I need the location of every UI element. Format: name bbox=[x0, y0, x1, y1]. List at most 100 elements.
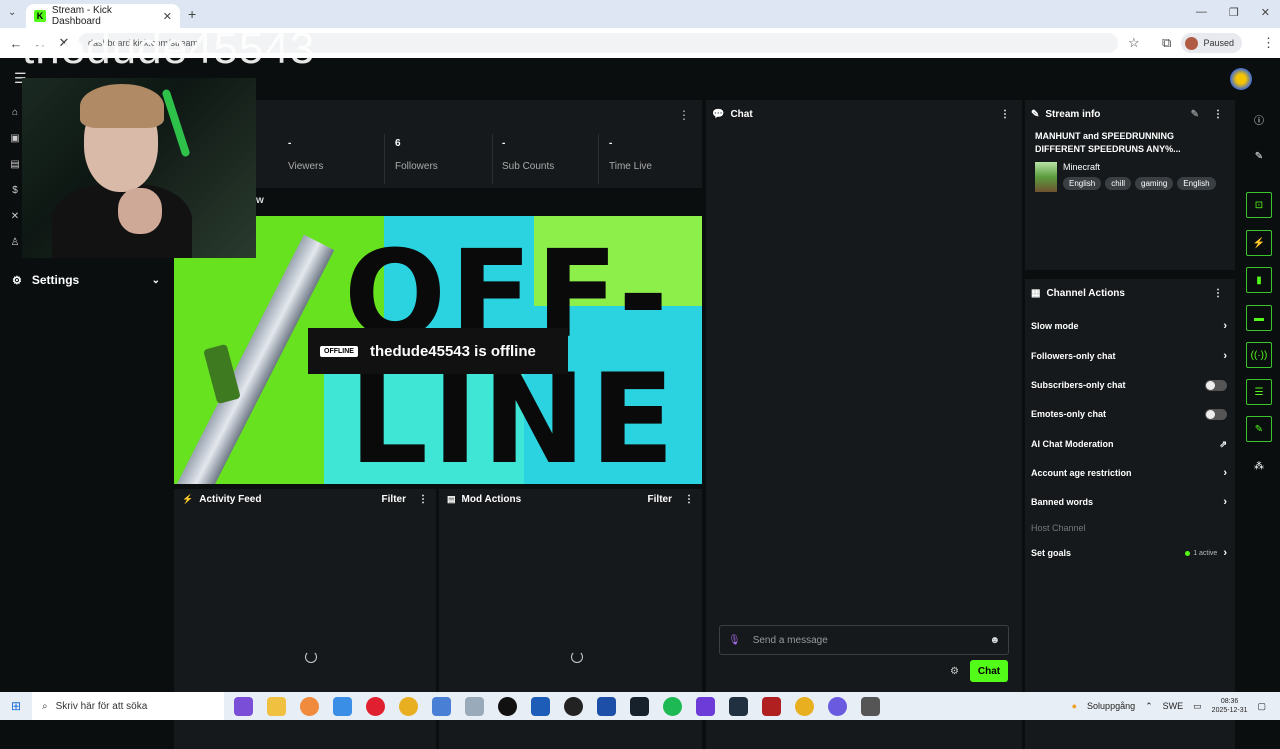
microphone-icon[interactable]: 🎙 bbox=[728, 635, 741, 646]
chevron-right-icon: › bbox=[1223, 496, 1227, 508]
stats-more-icon[interactable]: ⋮ bbox=[678, 108, 690, 122]
stream-info-header: ✎ Stream info ✎ ⋮ bbox=[1025, 100, 1235, 128]
taskbar-search[interactable]: ⌕ Skriv här för att söka bbox=[32, 692, 224, 720]
browser-menu-icon[interactable]: ⋮ bbox=[1262, 35, 1275, 51]
tray-expand-icon[interactable]: ⌃ bbox=[1145, 701, 1153, 712]
app-icon[interactable] bbox=[432, 696, 451, 716]
user-avatar[interactable] bbox=[1230, 68, 1252, 90]
emoji-icon[interactable]: ☻ bbox=[989, 635, 1000, 646]
pencil-icon[interactable]: ✎ bbox=[1246, 143, 1272, 169]
app-icon[interactable] bbox=[729, 696, 748, 716]
tab-search-icon[interactable]: ⌄ bbox=[8, 7, 16, 18]
stat-time-live: - Time Live bbox=[609, 138, 652, 172]
taskbar-search-placeholder: Skriv här för att söka bbox=[55, 700, 148, 712]
edit-icon[interactable]: ✎ bbox=[1191, 109, 1199, 120]
file-explorer-icon[interactable] bbox=[267, 696, 286, 716]
window-close-icon[interactable]: ✕ bbox=[1261, 6, 1270, 19]
bookmark-star-icon[interactable]: ☆ bbox=[1128, 35, 1140, 51]
subscribers-only-toggle[interactable] bbox=[1205, 379, 1227, 391]
stats-panel: ⋮ - Viewers 6 Followers - Sub Counts - T… bbox=[256, 100, 702, 188]
action-banned-words[interactable]: Banned words › bbox=[1031, 492, 1227, 512]
profile-avatar bbox=[1185, 36, 1199, 50]
broadcast-icon[interactable]: ((·)) bbox=[1246, 342, 1272, 368]
app-icon[interactable] bbox=[498, 696, 517, 716]
stream-info-more-icon[interactable]: ⋮ bbox=[1213, 109, 1223, 120]
mod-actions-title: Mod Actions bbox=[461, 493, 522, 505]
chat-bubble-icon[interactable]: ▬ bbox=[1246, 305, 1272, 331]
lightning-icon[interactable]: ⚡ bbox=[1246, 230, 1272, 256]
app-icon[interactable] bbox=[333, 696, 352, 716]
external-link-icon: ⇗ bbox=[1219, 438, 1227, 449]
sidebar-item-settings[interactable]: ⚙ Settings ⌄ bbox=[12, 270, 160, 290]
wrench-icon[interactable]: ✎ bbox=[1246, 416, 1272, 442]
new-tab-icon[interactable]: + bbox=[188, 6, 196, 22]
app-icon[interactable] bbox=[300, 696, 319, 716]
channel-actions-title: Channel Actions bbox=[1046, 287, 1125, 299]
chat-header: 💬 Chat ⋮ bbox=[706, 100, 1022, 128]
category-name[interactable]: Minecraft bbox=[1063, 162, 1216, 172]
chat-settings-icon[interactable]: ⚙ bbox=[950, 666, 959, 677]
spotify-icon[interactable] bbox=[663, 696, 682, 716]
maximize-icon[interactable]: ❐ bbox=[1229, 6, 1239, 19]
stat-viewers: - Viewers bbox=[288, 138, 323, 172]
action-account-age[interactable]: Account age restriction › bbox=[1031, 463, 1227, 483]
app-icon[interactable] bbox=[630, 696, 649, 716]
minimize-icon[interactable]: — bbox=[1196, 6, 1207, 19]
notification-icon[interactable]: ▢ bbox=[1257, 701, 1266, 712]
extensions-icon[interactable]: ⧉ bbox=[1162, 35, 1171, 51]
stat-value: - bbox=[502, 138, 506, 149]
action-slow-mode[interactable]: Slow mode › bbox=[1031, 316, 1227, 336]
stat-value: - bbox=[609, 138, 613, 149]
tab-close-icon[interactable]: ✕ bbox=[163, 10, 172, 23]
info-icon[interactable]: ⓘ bbox=[1246, 106, 1272, 132]
app-icon[interactable] bbox=[597, 696, 616, 716]
app-icon[interactable] bbox=[234, 696, 253, 716]
offline-art-text: LINE bbox=[349, 348, 679, 484]
tag-list: English chill gaming English bbox=[1063, 177, 1216, 190]
tag: gaming bbox=[1135, 177, 1174, 190]
chrome-icon[interactable] bbox=[399, 696, 418, 716]
chat-message-input[interactable]: 🎙 Send a message ☻ bbox=[719, 625, 1009, 655]
clip-icon[interactable]: ⊡ bbox=[1246, 192, 1272, 218]
chrome-icon[interactable] bbox=[795, 696, 814, 716]
action-label: Emotes-only chat bbox=[1031, 409, 1107, 419]
opera-icon[interactable] bbox=[366, 696, 385, 716]
app-icon[interactable] bbox=[762, 696, 781, 716]
app-icon[interactable] bbox=[828, 696, 847, 716]
stat-value: - bbox=[288, 138, 292, 149]
apps-icon[interactable]: ⁂ bbox=[1246, 453, 1272, 479]
action-ai-moderation[interactable]: AI Chat Moderation ⇗ bbox=[1031, 434, 1227, 454]
kick-favicon-icon: K bbox=[34, 10, 46, 22]
app-icon[interactable] bbox=[696, 696, 715, 716]
activity-feed-filter-button[interactable]: Filter bbox=[382, 494, 406, 505]
windows-start-icon[interactable]: ⊞ bbox=[0, 699, 32, 713]
document-icon[interactable]: ▮ bbox=[1246, 267, 1272, 293]
stat-label: Followers bbox=[395, 161, 438, 172]
action-set-goals[interactable]: Set goals 1 active › bbox=[1031, 543, 1227, 563]
app-icon[interactable] bbox=[564, 696, 583, 716]
channel-actions-more-icon[interactable]: ⋮ bbox=[1213, 288, 1223, 299]
weather-icon[interactable]: ● bbox=[1072, 701, 1077, 711]
action-label: Banned words bbox=[1031, 497, 1094, 507]
chat-send-button[interactable]: Chat bbox=[970, 660, 1008, 682]
chat-more-icon[interactable]: ⋮ bbox=[1000, 109, 1010, 120]
mod-actions-filter-button[interactable]: Filter bbox=[648, 494, 672, 505]
action-followers-only[interactable]: Followers-only chat › bbox=[1031, 346, 1227, 366]
stat-divider bbox=[384, 134, 385, 184]
stat-followers: 6 Followers bbox=[395, 138, 438, 172]
channel-actions-panel: ▦ Channel Actions ⋮ Slow mode › Follower… bbox=[1025, 279, 1235, 749]
app-icon[interactable] bbox=[465, 696, 484, 716]
webcam-hair bbox=[80, 84, 164, 128]
mod-actions-more-icon[interactable]: ⋮ bbox=[684, 494, 694, 505]
settings-icon[interactable] bbox=[861, 696, 880, 716]
layout-icon[interactable]: ☰ bbox=[1246, 379, 1272, 405]
window-controls: — ❐ ✕ bbox=[1196, 6, 1270, 19]
weather-label[interactable]: Soluppgång bbox=[1087, 701, 1135, 711]
network-icon[interactable]: ▭ bbox=[1193, 701, 1202, 712]
clock[interactable]: 08:36 2025-12-31 bbox=[1212, 697, 1248, 715]
activity-feed-more-icon[interactable]: ⋮ bbox=[418, 494, 428, 505]
language-indicator[interactable]: SWE bbox=[1163, 701, 1184, 711]
emotes-only-toggle[interactable] bbox=[1205, 408, 1227, 420]
profile-paused-button[interactable]: Paused bbox=[1181, 33, 1242, 53]
steam-icon[interactable] bbox=[531, 696, 550, 716]
